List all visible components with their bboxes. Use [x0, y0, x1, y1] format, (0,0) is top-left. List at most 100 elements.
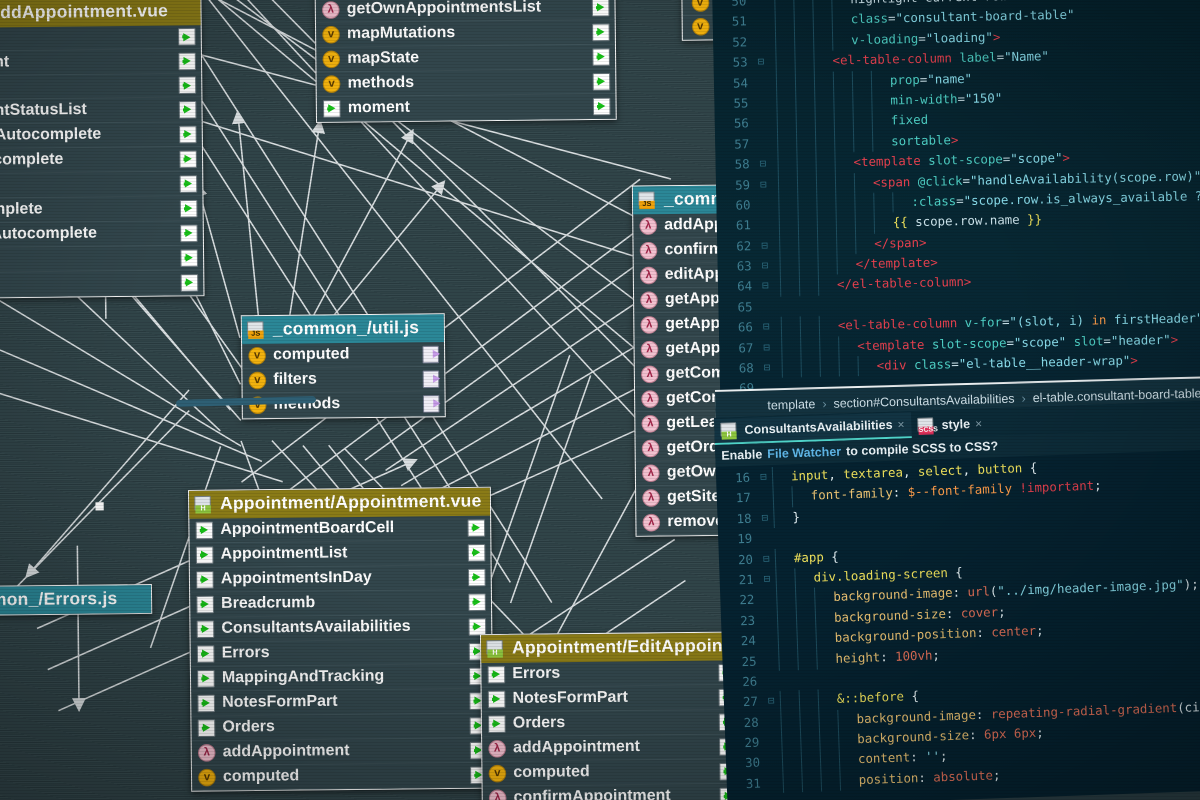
node-member[interactable]: Errors	[191, 639, 492, 667]
code-lines-bottom[interactable]: 16⊟input, textarea, select, button {17fo…	[716, 450, 1200, 795]
indent-guide	[794, 568, 796, 588]
code-editor-style-pane[interactable]: H ConsultantsAvailabilities × SCSS style…	[714, 401, 1200, 800]
node-member[interactable]: vmethods	[243, 391, 445, 418]
code-token: slot	[1073, 333, 1103, 349]
node-member[interactable]: e	[0, 270, 203, 298]
fold-toggle-icon[interactable]: ⊟	[763, 569, 770, 590]
node-member[interactable]: vmethods	[317, 69, 616, 97]
indent-guide	[799, 690, 801, 710]
code-token: "Name"	[1004, 48, 1049, 64]
fold-toggle-icon[interactable]: ⊟	[768, 691, 775, 712]
export-icon	[468, 543, 486, 561]
fold-toggle-icon[interactable]: ⊟	[760, 467, 767, 488]
file-watcher-link[interactable]: File Watcher	[767, 445, 841, 462]
node-member[interactable]: entsAutocomplete	[0, 221, 203, 249]
indent-guide	[892, 192, 893, 212]
close-icon[interactable]: ×	[897, 417, 905, 431]
diagram-node-common-errors[interactable]: common_/Errors.js	[0, 584, 152, 616]
fold-toggle-icon[interactable]: ⊟	[759, 154, 766, 175]
tab-style[interactable]: SCSS style ×	[911, 411, 989, 438]
export-icon	[468, 568, 486, 586]
node-member[interactable]: vcomputed	[242, 342, 444, 369]
node-member[interactable]: λconfirmAppointment	[483, 784, 743, 800]
node-member[interactable]: vfilters	[242, 367, 444, 394]
fold-toggle-icon[interactable]: ⊟	[764, 358, 771, 379]
diagram-node-add-appointment[interactable]: H ent/AddAppointment.vue ntment ntmentSt…	[0, 0, 205, 299]
export-icon	[423, 370, 440, 388]
node-member[interactable]: Autocomplete	[0, 147, 202, 175]
node-member[interactable]: Orders	[482, 710, 742, 737]
code-token: >	[993, 29, 1001, 44]
fold-toggle-icon[interactable]: ⊟	[763, 317, 770, 338]
close-icon[interactable]: ×	[975, 417, 982, 431]
code-text: </el-table-column>	[837, 272, 972, 295]
node-member[interactable]: AppointmentBoardCell	[189, 516, 490, 544]
node-member[interactable]: λaddAppointment	[482, 734, 742, 761]
fold-toggle-icon[interactable]: ⊟	[757, 52, 764, 73]
node-member[interactable]: tocomplete	[0, 196, 203, 224]
node-member[interactable]: Orders	[191, 713, 492, 741]
variable-icon: v	[323, 75, 341, 93]
node-member[interactable]: ntmentStatusList	[0, 97, 202, 125]
indent-guide	[815, 133, 816, 153]
diagram-node-store-module[interactable]: H λgetAppointmentsList λgetCompanyAppoin…	[314, 0, 617, 123]
code-token: );	[1183, 577, 1198, 593]
node-member[interactable]: vmapMutations	[316, 20, 615, 48]
node-member[interactable]: NotesFormPart	[191, 689, 492, 717]
indent-guide	[775, 11, 776, 31]
fold-toggle-icon[interactable]: ⊟	[761, 508, 768, 529]
node-member[interactable]: ConsultantsAvailabilities	[190, 614, 491, 642]
line-number: 23	[721, 610, 756, 632]
fold-toggle-icon[interactable]: ⊟	[761, 236, 768, 257]
indent-guide	[816, 649, 818, 669]
indent-guide	[775, 569, 777, 589]
node-member[interactable]: Breadcrumb	[190, 590, 491, 618]
node-member[interactable]	[0, 74, 201, 101]
member-label: Autocomplete	[0, 150, 63, 170]
node-member[interactable]: vmapState	[316, 45, 615, 73]
breadcrumb-item[interactable]: template	[767, 397, 815, 412]
indent-guide	[854, 193, 855, 213]
member-label: getOwnAppointmentsList	[347, 0, 541, 19]
indent-guide	[815, 629, 817, 649]
code-lines-top[interactable]: 50highlight-current-row51class="consulta…	[712, 0, 1200, 400]
node-member[interactable]: ntment	[0, 49, 201, 77]
node-member[interactable]: Errors	[481, 660, 741, 687]
line-number: 18	[717, 509, 752, 531]
node-member[interactable]: λaddAppointment	[192, 738, 493, 766]
fold-toggle-icon[interactable]: ⊟	[763, 338, 770, 359]
node-member[interactable]: tions	[0, 246, 203, 274]
dependency-diagram-pane[interactable]: H ent/AddAppointment.vue ntment ntmentSt…	[0, 0, 750, 800]
node-member[interactable]: moment	[317, 94, 616, 122]
code-token: ;	[932, 647, 940, 662]
code-token: height	[835, 649, 880, 666]
fold-toggle-icon[interactable]: ⊟	[760, 174, 767, 195]
node-member[interactable]: vcomputed	[192, 763, 493, 791]
code-token: sortable	[891, 132, 951, 148]
node-member[interactable]: AppointmentList	[190, 540, 491, 568]
indent-guide	[871, 91, 872, 111]
diagram-node-appointment[interactable]: H Appointment/Appointment.vue Appointmen…	[188, 487, 494, 792]
node-member[interactable]: NotesFormPart	[482, 685, 742, 712]
diagram-node-edit-appointment[interactable]: H Appointment/EditAppointment.vue Errors…	[480, 631, 743, 800]
node-member[interactable]: vcomputed	[482, 759, 742, 786]
node-member[interactable]: s	[0, 172, 202, 200]
node-member[interactable]: tantsAutocomplete	[0, 122, 202, 150]
code-token: </span>	[874, 234, 927, 250]
code-editor-template-pane[interactable]: 50highlight-current-row51class="consulta…	[712, 0, 1200, 444]
indent-guide	[855, 213, 856, 233]
fold-toggle-icon[interactable]: ⊟	[763, 549, 770, 570]
code-token: select	[918, 462, 963, 479]
node-member[interactable]	[0, 25, 201, 52]
indent-guide	[801, 772, 803, 792]
node-member[interactable]: MappingAndTracking	[191, 664, 492, 692]
import-icon	[488, 690, 506, 708]
fold-toggle-icon[interactable]: ⊟	[762, 276, 769, 297]
export-icon	[423, 395, 440, 413]
code-token: #app	[794, 549, 824, 565]
line-number: 17	[716, 488, 751, 510]
indent-guide	[833, 71, 834, 91]
node-member[interactable]: AppointmentsInDay	[190, 565, 491, 593]
indent-guide	[839, 357, 840, 377]
fold-toggle-icon[interactable]: ⊟	[761, 256, 768, 277]
